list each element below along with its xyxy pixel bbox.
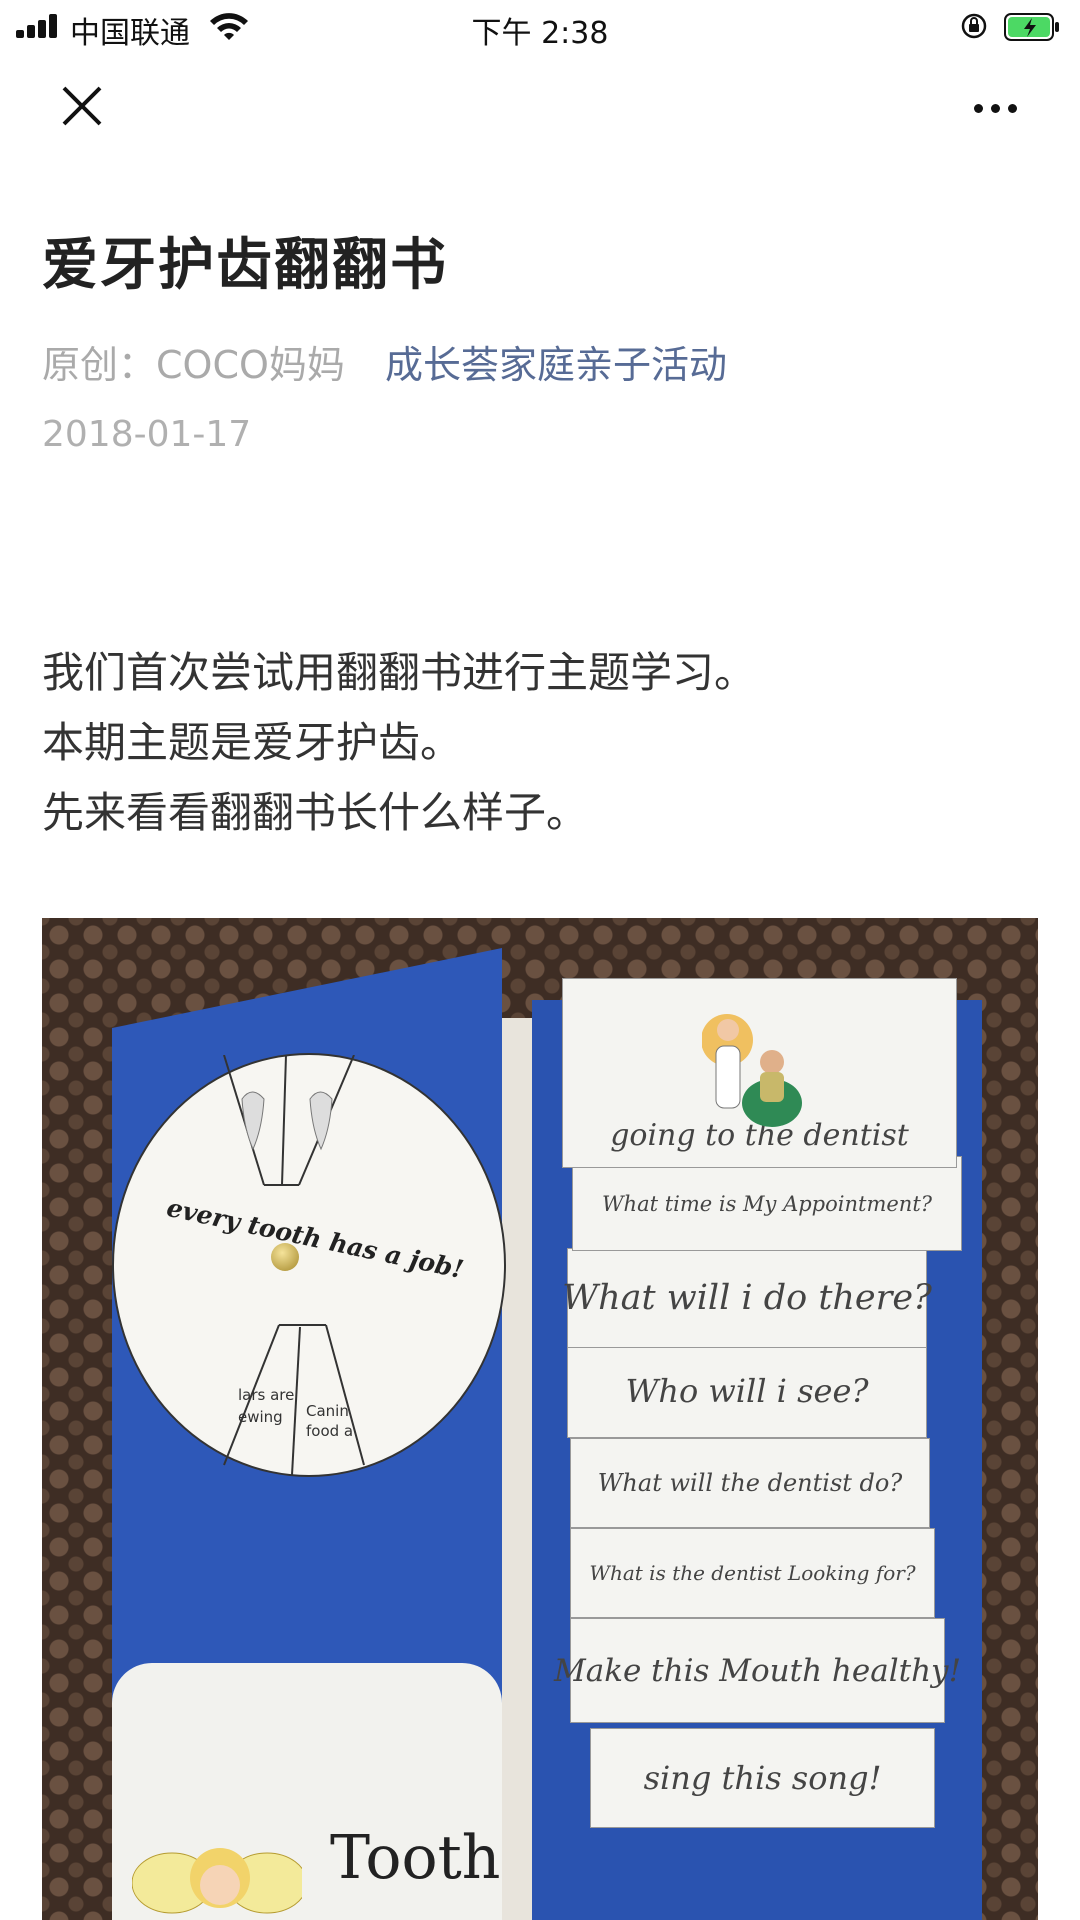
author-name: 原创：COCO妈妈 bbox=[42, 343, 345, 387]
article-title: 爱牙护齿翻翻书 bbox=[42, 233, 448, 298]
book-flap: sing this song! bbox=[590, 1728, 935, 1828]
brad-fastener bbox=[271, 1243, 299, 1271]
tooth-fairy-illustration bbox=[132, 1848, 302, 1914]
book-flap: What will the dentist do? bbox=[570, 1438, 930, 1528]
dentist-illustration bbox=[702, 1014, 802, 1127]
book-flap: What time is My Appointment? bbox=[572, 1156, 962, 1251]
paragraph: 本期主题是爱牙护齿。 bbox=[42, 718, 463, 767]
account-link[interactable]: 成长荟家庭亲子活动 bbox=[385, 343, 727, 387]
wheel-snippet: lars are bbox=[238, 1386, 295, 1404]
status-time: 下午 2:38 bbox=[471, 16, 609, 51]
paragraph: 先来看看翻翻书长什么样子。 bbox=[42, 788, 589, 837]
wheel-snippet: food a bbox=[306, 1422, 354, 1440]
book-flap: What will i do there? bbox=[562, 1248, 932, 1348]
paragraph: 我们首次尝试用翻翻书进行主题学习。 bbox=[42, 648, 757, 697]
rotation-lock-icon bbox=[961, 13, 987, 39]
book-flap: Make this Mouth healthy! bbox=[554, 1618, 961, 1723]
book-flap: Who will i see? bbox=[567, 1343, 927, 1438]
book-flap: What is the dentist Looking for? bbox=[570, 1528, 935, 1618]
article-body: 我们首次尝试用翻翻书进行主题学习。 本期主题是爱牙护齿。 先来看看翻翻书长什么样… bbox=[42, 638, 756, 848]
more-icon[interactable] bbox=[966, 92, 1026, 122]
wheel-snippet: ewing bbox=[238, 1408, 283, 1426]
close-icon[interactable] bbox=[56, 80, 116, 140]
article-meta: 原创：COCO妈妈 成长荟家庭亲子活动 bbox=[42, 334, 727, 389]
article-photo[interactable]: every tooth has a job! lars are ewing Ca… bbox=[42, 918, 1038, 1920]
publish-date: 2018-01-17 bbox=[42, 414, 252, 455]
book-spine bbox=[502, 1018, 532, 1920]
status-bar: 中国联通 下午 2:38 bbox=[0, 0, 1080, 52]
wheel-snippet: Canin bbox=[306, 1402, 349, 1420]
pocket-label: Tooth bbox=[330, 1823, 501, 1893]
battery-charging-icon bbox=[1004, 13, 1059, 41]
